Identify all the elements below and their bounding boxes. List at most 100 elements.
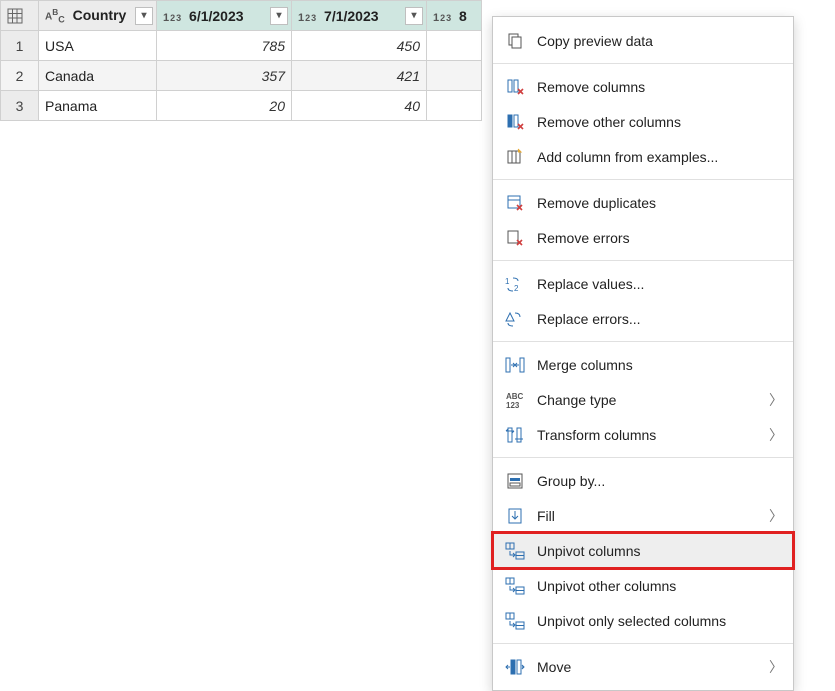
column-header-7-1-2023[interactable]: 123 7/1/2023 ▾ [292,1,427,31]
move-icon [503,657,527,677]
column-label: Country [73,7,127,23]
add-column-examples-icon [503,147,527,167]
menu-unpivot-only-selected-columns[interactable]: Unpivot only selected columns [493,603,793,638]
menu-remove-duplicates[interactable]: Remove duplicates [493,185,793,220]
remove-duplicates-icon [503,193,527,213]
number-type-icon: 123 [163,12,181,24]
column-label: 6/1/2023 [189,8,244,24]
menu-separator [493,643,793,644]
context-menu: Copy preview data Remove columns Remove … [492,16,794,691]
menu-unpivot-columns[interactable]: Unpivot columns [493,533,793,568]
remove-other-columns-icon [503,112,527,132]
column-header-6-1-2023[interactable]: 123 6/1/2023 ▾ [157,1,292,31]
menu-fill[interactable]: Fill 〉 [493,498,793,533]
column-filter-button[interactable]: ▾ [135,7,153,25]
row-number: 1 [1,31,39,61]
menu-remove-errors[interactable]: Remove errors [493,220,793,255]
cell-value[interactable] [427,31,482,61]
cell-value[interactable]: 20 [157,91,292,121]
cell-country[interactable]: USA [39,31,157,61]
menu-label: Replace errors... [537,311,783,327]
column-filter-button[interactable]: ▾ [405,7,423,25]
header-row: ABC Country ▾ 123 6/1/2023 ▾ 123 7/1/202… [1,1,482,31]
menu-replace-errors[interactable]: Replace errors... [493,301,793,336]
fill-icon [503,506,527,526]
remove-errors-icon [503,228,527,248]
submenu-chevron-icon: 〉 [769,657,783,677]
change-type-icon: ABC123 [503,390,527,410]
menu-label: Remove columns [537,79,783,95]
remove-columns-icon [503,77,527,97]
cell-value[interactable]: 421 [292,61,427,91]
row-number: 2 [1,61,39,91]
column-header-8-1-2023-partial[interactable]: 123 8 [427,1,482,31]
replace-errors-icon [503,309,527,329]
cell-value[interactable]: 450 [292,31,427,61]
cell-country[interactable]: Canada [39,61,157,91]
menu-label: Group by... [537,473,783,489]
unpivot-icon [503,541,527,561]
menu-separator [493,260,793,261]
number-type-icon: 123 [298,12,316,24]
column-header-country[interactable]: ABC Country ▾ [39,1,157,31]
menu-label: Unpivot only selected columns [537,613,783,629]
menu-label: Move [537,659,783,675]
table-row[interactable]: 3 Panama 20 40 [1,91,482,121]
menu-label: Remove duplicates [537,195,783,211]
menu-add-column-from-examples[interactable]: Add column from examples... [493,139,793,174]
menu-label: Remove other columns [537,114,783,130]
submenu-chevron-icon: 〉 [769,506,783,526]
table-icon [7,8,23,24]
table-row[interactable]: 2 Canada 357 421 [1,61,482,91]
cell-value[interactable]: 785 [157,31,292,61]
select-all-corner[interactable] [1,1,39,31]
menu-change-type[interactable]: ABC123 Change type 〉 [493,382,793,417]
svg-text:123: 123 [506,401,520,409]
table-row[interactable]: 1 USA 785 450 [1,31,482,61]
column-filter-button[interactable]: ▾ [270,7,288,25]
menu-remove-other-columns[interactable]: Remove other columns [493,104,793,139]
cell-value[interactable]: 40 [292,91,427,121]
menu-label: Remove errors [537,230,783,246]
column-label: 7/1/2023 [324,8,379,24]
svg-text:1: 1 [505,277,510,286]
menu-label: Replace values... [537,276,783,292]
menu-label: Copy preview data [537,33,783,49]
row-number: 3 [1,91,39,121]
group-by-icon [503,471,527,491]
menu-label: Merge columns [537,357,783,373]
menu-merge-columns[interactable]: Merge columns [493,347,793,382]
menu-move[interactable]: Move 〉 [493,649,793,684]
menu-separator [493,457,793,458]
submenu-chevron-icon: 〉 [769,425,783,445]
submenu-chevron-icon: 〉 [769,390,783,410]
unpivot-selected-icon [503,611,527,631]
cell-country[interactable]: Panama [39,91,157,121]
svg-text:2: 2 [514,284,519,292]
merge-columns-icon [503,355,527,375]
menu-separator [493,179,793,180]
text-type-icon: ABC [45,7,65,24]
cell-value[interactable]: 357 [157,61,292,91]
menu-label: Fill [537,508,783,524]
cell-value[interactable] [427,91,482,121]
cell-value[interactable] [427,61,482,91]
menu-separator [493,63,793,64]
menu-replace-values[interactable]: 12 Replace values... [493,266,793,301]
menu-group-by[interactable]: Group by... [493,463,793,498]
menu-label: Change type [537,392,783,408]
number-type-icon: 123 [433,12,451,24]
transform-columns-icon [503,425,527,445]
menu-label: Unpivot other columns [537,578,783,594]
menu-label: Add column from examples... [537,149,783,165]
menu-remove-columns[interactable]: Remove columns [493,69,793,104]
column-label: 8 [459,8,467,24]
menu-copy-preview-data[interactable]: Copy preview data [493,23,793,58]
menu-separator [493,341,793,342]
copy-icon [503,31,527,51]
menu-transform-columns[interactable]: Transform columns 〉 [493,417,793,452]
menu-unpivot-other-columns[interactable]: Unpivot other columns [493,568,793,603]
data-grid[interactable]: ABC Country ▾ 123 6/1/2023 ▾ 123 7/1/202… [0,0,482,121]
menu-label: Unpivot columns [537,543,783,559]
svg-text:ABC: ABC [506,392,524,401]
